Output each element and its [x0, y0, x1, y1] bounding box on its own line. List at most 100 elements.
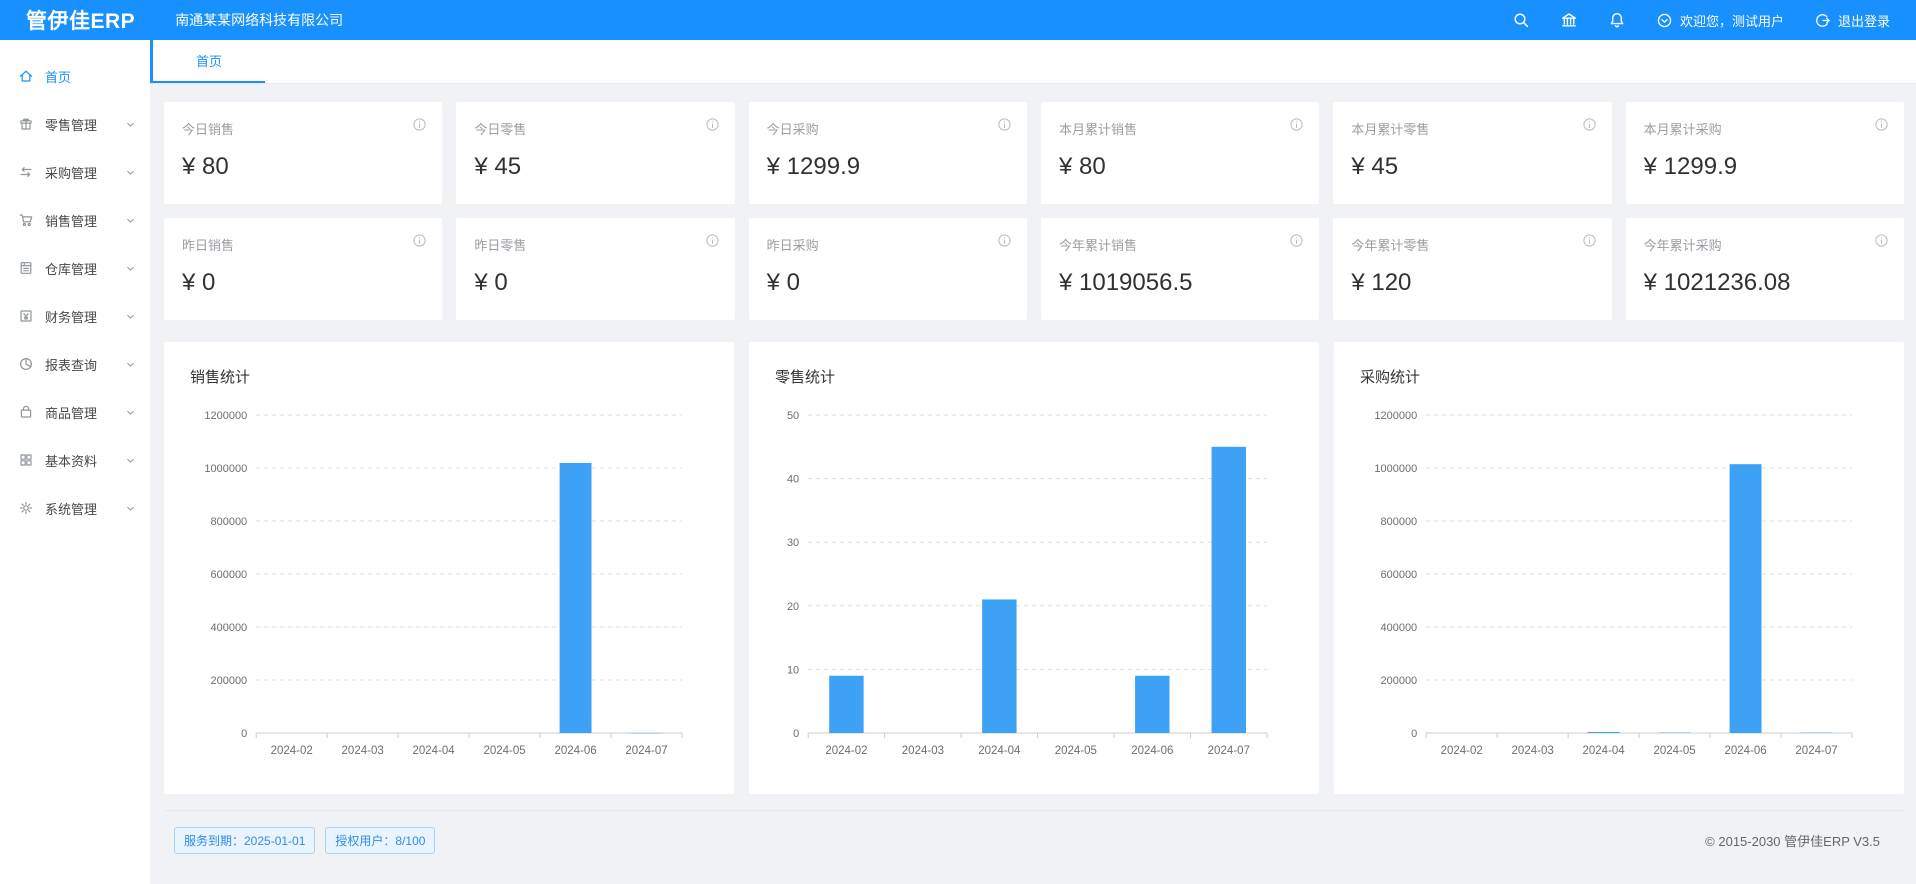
app-header: 管伊佳ERP 南通某某网络科技有限公司 欢迎您，测试用户 — [0, 0, 1916, 40]
sidebar-item-label: 报表查询 — [45, 355, 97, 374]
info-icon[interactable] — [1582, 233, 1597, 248]
sidebar-item-label: 采购管理 — [45, 163, 97, 182]
svg-text:2024-06: 2024-06 — [1131, 745, 1173, 757]
svg-text:0: 0 — [241, 728, 247, 740]
main-area: 首页 今日销售¥ 80今日零售¥ 45今日采购¥ 1299.9 本月累计销售 ¥ 8… — [150, 40, 1916, 884]
chart-card-retail: 零售统计010203040502024-022024-032024-042024… — [749, 342, 1319, 794]
svg-text:600000: 600000 — [210, 569, 247, 581]
search-icon[interactable] — [1512, 11, 1530, 29]
stat-card-value: ¥ 45 — [1351, 153, 1593, 181]
svg-text:2024-03: 2024-03 — [1512, 745, 1554, 757]
svg-text:2024-04: 2024-04 — [413, 745, 456, 757]
sidebar-item-purchase[interactable]: 采购管理 — [0, 148, 150, 196]
stat-card-value: ¥ 1021236.08 — [1644, 269, 1886, 297]
svg-text:0: 0 — [793, 728, 799, 740]
bank-home-icon[interactable] — [1560, 11, 1578, 29]
svg-text:2024-02: 2024-02 — [271, 745, 313, 757]
sidebar-item-sales[interactable]: 销售管理 — [0, 196, 150, 244]
welcome-text: 欢迎您，测试用户 — [1680, 11, 1784, 30]
svg-text:200000: 200000 — [1380, 675, 1417, 687]
sidebar-item-retail[interactable]: 零售管理 — [0, 100, 150, 148]
chevron-down-icon — [124, 502, 137, 515]
info-icon[interactable] — [412, 233, 427, 248]
sidebar-item-label: 商品管理 — [45, 403, 97, 422]
sidebar-item-finance[interactable]: 财务管理 — [0, 292, 150, 340]
svg-text:10: 10 — [787, 664, 799, 676]
svg-text:1200000: 1200000 — [204, 410, 247, 422]
stat-card: 今年累计零售¥ 120 — [1333, 218, 1611, 320]
home-icon — [18, 68, 34, 84]
retail-icon — [18, 116, 34, 132]
logout-button[interactable]: 退出登录 — [1814, 11, 1890, 30]
report-icon — [18, 356, 34, 372]
sidebar-item-report[interactable]: 报表查询 — [0, 340, 150, 388]
info-icon[interactable] — [997, 117, 1012, 132]
info-icon[interactable] — [705, 117, 720, 132]
stat-card: 本月累计销售 ¥ 80 — [1041, 102, 1319, 204]
stat-card-value: ¥ 80 — [1059, 153, 1301, 181]
stat-card: 今日采购¥ 1299.9 — [749, 102, 1027, 204]
stat-card-value: ¥ 1019056.5 — [1059, 269, 1301, 297]
stat-card-value: ¥ 80 — [182, 153, 424, 181]
svg-text:40: 40 — [787, 474, 799, 486]
svg-text:2024-03: 2024-03 — [902, 745, 944, 757]
chevron-down-icon — [124, 166, 137, 179]
content: 今日销售¥ 80今日零售¥ 45今日采购¥ 1299.9本月累计销售¥ 80本月… — [150, 84, 1916, 884]
stat-card-value: ¥ 120 — [1351, 269, 1593, 297]
info-icon[interactable] — [412, 117, 427, 132]
chevron-down-icon — [124, 310, 137, 323]
stat-card-label: 本月累计零售 — [1351, 119, 1593, 138]
logout-text: 退出登录 — [1838, 11, 1890, 30]
stat-card-label: 昨日销售 — [182, 235, 424, 254]
stat-card-label: 今年累计销售 — [1059, 235, 1301, 254]
info-icon[interactable] — [1874, 117, 1889, 132]
svg-text:200000: 200000 — [210, 675, 247, 687]
chart-title: 销售统计 — [190, 366, 708, 387]
stat-card: 今日零售¥ 45 — [456, 102, 734, 204]
sidebar-item-goods[interactable]: 商品管理 — [0, 388, 150, 436]
footer-badge[interactable]: 服务到期：2025-01-01 — [174, 827, 315, 854]
copyright: © 2015-2030 管伊佳ERP V3.5 — [1705, 831, 1880, 850]
welcome-user[interactable]: 欢迎您，测试用户 — [1656, 11, 1784, 30]
info-icon[interactable] — [997, 233, 1012, 248]
svg-text:2024-04: 2024-04 — [978, 745, 1021, 757]
tab-bar: 首页 — [150, 40, 1916, 84]
stat-card-value: ¥ 45 — [474, 153, 716, 181]
tab-home[interactable]: 首页 — [153, 40, 265, 83]
svg-text:2024-02: 2024-02 — [825, 745, 867, 757]
stat-card-label: 本月累计销售 — [1059, 119, 1301, 138]
chart-canvas-purchase: 0200000400000600000800000100000012000002… — [1360, 389, 1878, 777]
stat-card-value: ¥ 0 — [767, 269, 1009, 297]
sidebar-item-warehouse[interactable]: 仓库管理 — [0, 244, 150, 292]
stat-card-label: 昨日采购 — [767, 235, 1009, 254]
info-icon[interactable] — [1874, 233, 1889, 248]
sidebar: 首页零售管理采购管理销售管理仓库管理财务管理报表查询商品管理基本资料系统管理 — [0, 40, 150, 884]
info-icon[interactable] — [1289, 233, 1304, 248]
sales-icon — [18, 212, 34, 228]
stat-card-label: 昨日零售 — [474, 235, 716, 254]
notification-bell-icon[interactable] — [1608, 11, 1626, 29]
chevron-down-icon — [124, 358, 137, 371]
sidebar-item-label: 仓库管理 — [45, 259, 97, 278]
svg-text:0: 0 — [1411, 728, 1417, 740]
svg-text:50: 50 — [787, 410, 799, 422]
charts-row: 销售统计020000040000060000080000010000001200… — [164, 342, 1904, 794]
info-icon[interactable] — [1289, 117, 1304, 132]
chevron-down-icon — [124, 406, 137, 419]
app-logo[interactable]: 管伊佳ERP — [26, 5, 135, 35]
svg-text:2024-06: 2024-06 — [1724, 745, 1766, 757]
purchase-icon — [18, 164, 34, 180]
footer-badge[interactable]: 授权用户：8/100 — [325, 827, 435, 854]
svg-text:1000000: 1000000 — [1374, 463, 1417, 475]
info-icon[interactable] — [1582, 117, 1597, 132]
stat-card: 昨日销售¥ 0 — [164, 218, 442, 320]
sidebar-item-basic[interactable]: 基本资料 — [0, 436, 150, 484]
chevron-down-icon — [124, 262, 137, 275]
sidebar-item-system[interactable]: 系统管理 — [0, 484, 150, 532]
svg-text:30: 30 — [787, 537, 799, 549]
svg-text:400000: 400000 — [210, 622, 247, 634]
info-icon[interactable] — [705, 233, 720, 248]
sidebar-item-home[interactable]: 首页 — [0, 52, 150, 100]
stat-card: 今日销售¥ 80 — [164, 102, 442, 204]
stat-card-value: ¥ 1299.9 — [1644, 153, 1886, 181]
